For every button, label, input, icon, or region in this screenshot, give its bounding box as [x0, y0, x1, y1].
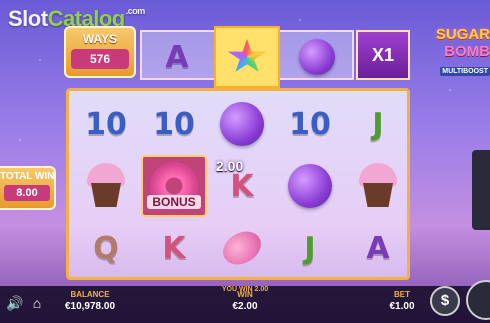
ways-count: 576	[71, 49, 129, 69]
symbol-letter: A	[165, 39, 189, 75]
symbol-bonus: BONUS	[141, 155, 207, 217]
symbol-10: 10	[289, 106, 331, 142]
top-symbol-star-candy	[214, 26, 280, 88]
total-win-box: TOTAL WIN 8.00	[0, 166, 56, 210]
ways-label: WAYS	[82, 32, 118, 46]
cupcake-icon	[355, 163, 401, 209]
symbol-j: J	[372, 106, 384, 142]
symbol-q: Q	[93, 230, 119, 266]
symbol-cupcake	[73, 155, 139, 217]
home-icon[interactable]: ⌂	[28, 294, 46, 312]
symbol-win-popup: 2.00	[216, 158, 244, 174]
symbol-10: 10	[153, 106, 195, 142]
symbol-10: 10	[85, 106, 127, 142]
ways-counter: WAYS 576	[64, 26, 136, 78]
bottom-bar: 🔊 ⌂ BALANCE €10,978.00 YOU WIN 2.00 WIN …	[0, 286, 490, 323]
reel-grid: 10 10 10 J BONUS K Q K J A	[66, 88, 410, 280]
total-win-value: 8.00	[4, 185, 50, 201]
wrapped-candy-icon	[217, 225, 267, 271]
top-reel: A	[140, 26, 354, 88]
symbol-a: A	[366, 230, 390, 266]
multiplier-box: X1	[356, 30, 410, 80]
symbol-round-candy	[209, 93, 275, 155]
bonus-label: BONUS	[147, 195, 201, 209]
top-symbol-a: A	[144, 26, 210, 88]
game-logo: SUGAR BOMB MULTIBOOST	[435, 26, 490, 76]
round-candy-icon	[288, 164, 332, 208]
bet-display: BET €1.00	[389, 290, 415, 312]
round-candy-icon	[220, 102, 264, 146]
win-display: WIN €2.00	[232, 290, 258, 312]
symbol-k: K	[162, 230, 186, 266]
symbol-wrapped-candy	[209, 217, 275, 279]
cupcake-icon	[83, 163, 129, 209]
sound-icon[interactable]: 🔊	[6, 294, 24, 312]
symbol-round-candy	[277, 155, 343, 217]
star-candy-icon	[227, 39, 267, 72]
coin-value-button[interactable]: $	[430, 286, 460, 316]
total-win-label: TOTAL WIN	[0, 171, 54, 182]
symbol-j: J	[304, 230, 316, 266]
top-symbol-round-candy	[284, 26, 350, 88]
symbol-cupcake	[345, 155, 411, 217]
round-candy-icon	[299, 39, 335, 75]
side-panel[interactable]	[472, 150, 490, 230]
balance-display: BALANCE €10,978.00	[64, 290, 116, 312]
